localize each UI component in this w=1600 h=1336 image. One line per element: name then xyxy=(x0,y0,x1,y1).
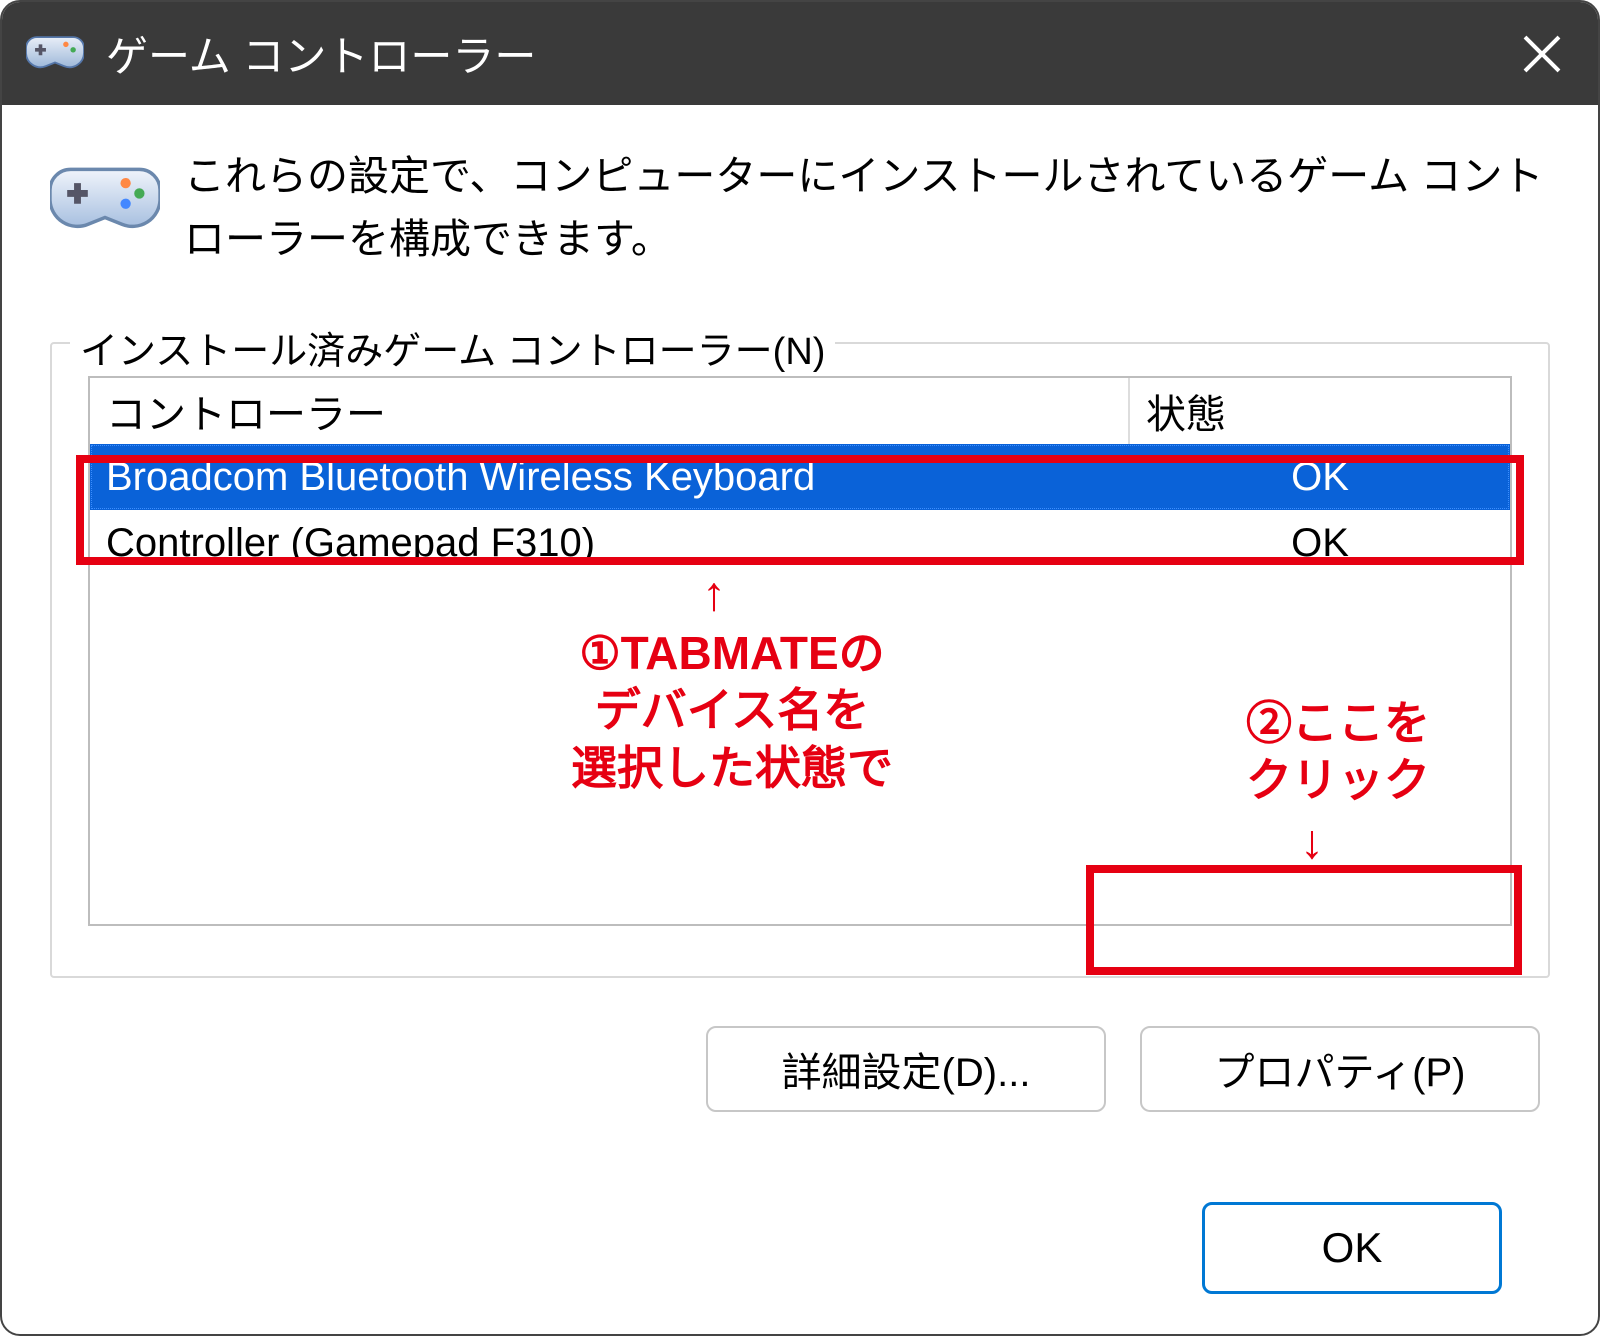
properties-button[interactable]: プロパティ(P) xyxy=(1140,1026,1540,1112)
ok-button[interactable]: OK xyxy=(1202,1202,1502,1294)
gamepad-icon xyxy=(26,24,84,82)
controllers-list[interactable]: コントローラー 状態 Broadcom Bluetooth Wireless K… xyxy=(88,376,1512,926)
group-legend: インストール済みゲーム コントローラー(N) xyxy=(70,320,835,375)
list-header: コントローラー 状態 xyxy=(90,378,1510,444)
column-name[interactable]: コントローラー xyxy=(90,378,1130,444)
installed-controllers-group: インストール済みゲーム コントローラー(N) コントローラー 状態 Broadc… xyxy=(50,342,1550,978)
cell-name: Controller (Gamepad F310) xyxy=(90,510,1130,576)
cell-name: Broadcom Bluetooth Wireless Keyboard xyxy=(90,444,1130,510)
column-status[interactable]: 状態 xyxy=(1130,378,1510,444)
game-controllers-dialog: ゲーム コントローラー xyxy=(0,0,1600,1336)
titlebar: ゲーム コントローラー xyxy=(2,2,1598,105)
close-icon[interactable] xyxy=(1520,32,1562,74)
gamepad-icon xyxy=(50,145,160,235)
cell-status: OK xyxy=(1130,444,1510,510)
list-row[interactable]: Broadcom Bluetooth Wireless Keyboard OK xyxy=(90,444,1510,510)
cell-status: OK xyxy=(1130,510,1510,576)
window-title: ゲーム コントローラー xyxy=(106,23,536,84)
dialog-description: これらの設定で、コンピューターにインストールされているゲーム コントローラーを構… xyxy=(184,145,1550,272)
list-row[interactable]: Controller (Gamepad F310) OK xyxy=(90,510,1510,576)
advanced-button[interactable]: 詳細設定(D)... xyxy=(706,1026,1106,1112)
